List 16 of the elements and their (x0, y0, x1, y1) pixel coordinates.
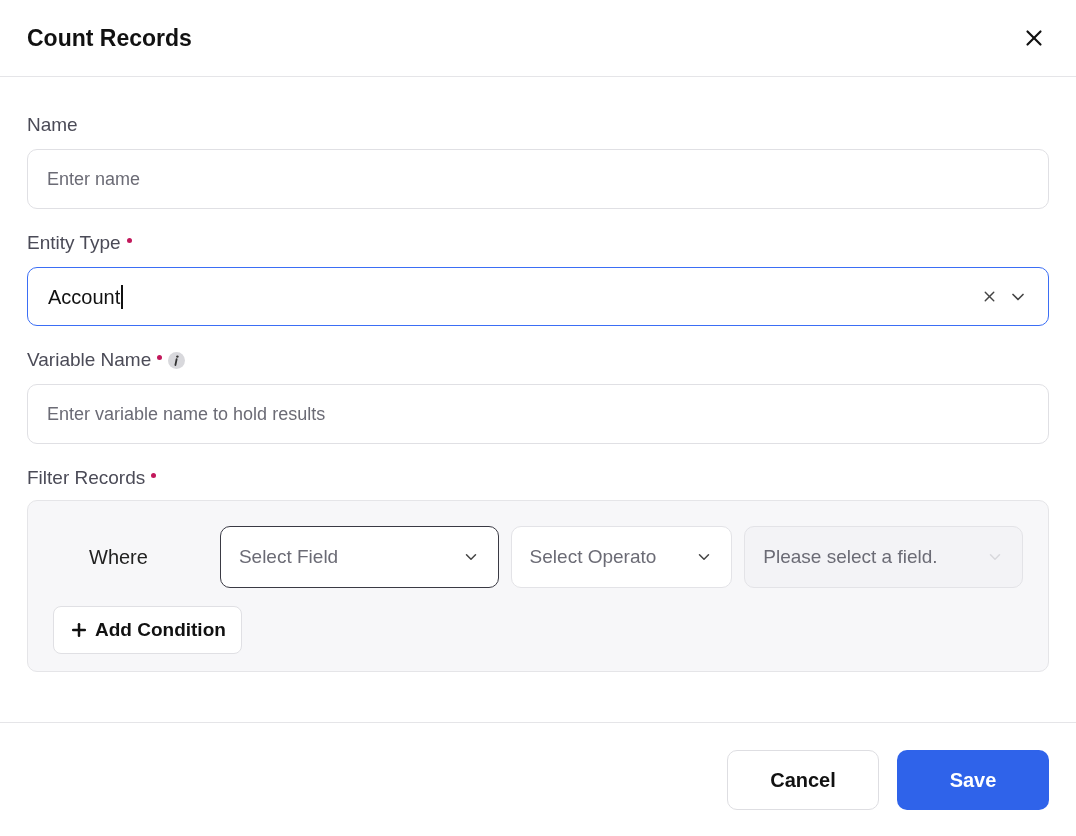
select-field[interactable]: Select Operato (510, 526, 733, 588)
field-label: Filter Records (27, 465, 146, 490)
dialog-title: Count Records (27, 23, 192, 53)
input-field[interactable]: Enter variable name to hold results (27, 384, 1049, 444)
input-field[interactable]: Enter name (27, 149, 1049, 209)
field-label: Variable Name (27, 347, 152, 372)
add-condition-button[interactable]: Add Condition (53, 606, 242, 654)
save-button[interactable]: Save (897, 749, 1049, 810)
where-label: Where (88, 545, 149, 570)
cancel-button[interactable]: Cancel (727, 749, 879, 810)
plus-icon (69, 620, 89, 640)
select-field[interactable]: Select Field (219, 526, 499, 588)
text-cursor (121, 284, 124, 309)
select-field[interactable]: Account (27, 267, 1049, 326)
field-label: Name (27, 112, 78, 137)
field-label: Entity Type (27, 230, 121, 255)
